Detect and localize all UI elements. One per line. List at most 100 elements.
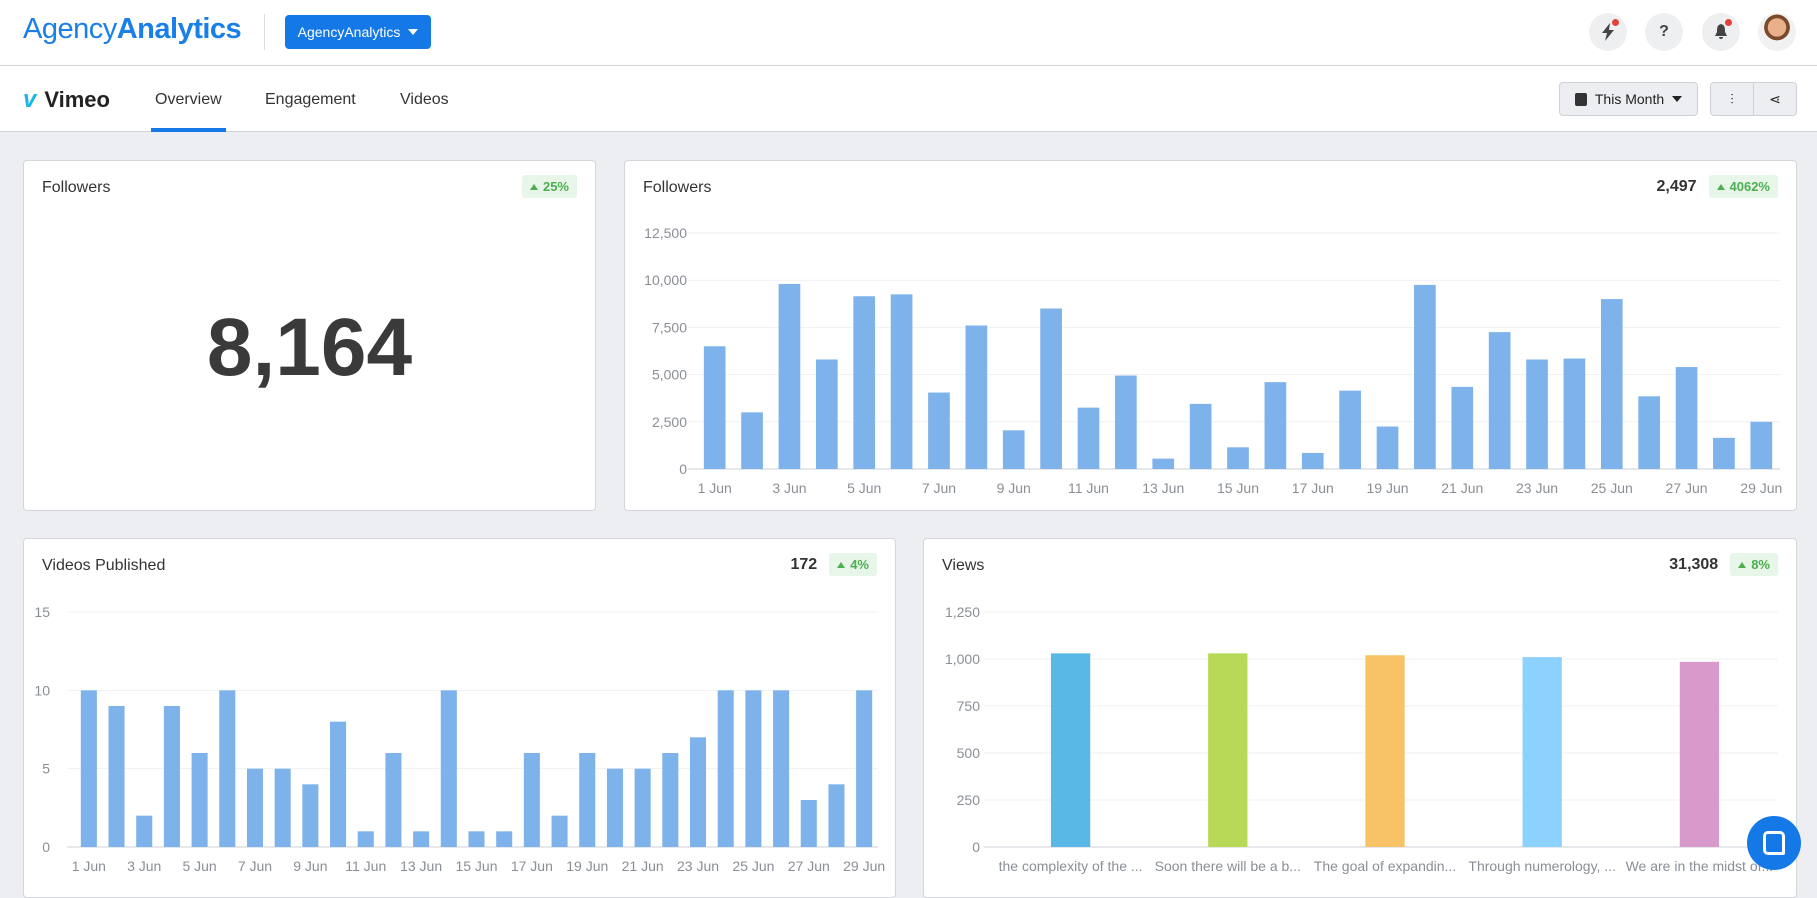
x-tick-label: 1 Jun — [698, 480, 732, 496]
bar-4-jun[interactable] — [163, 706, 180, 847]
bar-29-jun[interactable] — [856, 690, 873, 847]
x-tick-label: 27 Jun — [1666, 480, 1708, 496]
bar-5-jun[interactable] — [853, 296, 876, 469]
bar-through-numerology-[interactable] — [1522, 657, 1562, 847]
bar-7-jun[interactable] — [246, 768, 264, 847]
bar-13-jun[interactable] — [413, 831, 430, 847]
bar-11-jun[interactable] — [1077, 407, 1100, 469]
x-tick-label: We are in the midst of... — [1626, 858, 1774, 874]
sliders-icon[interactable]: ⫶ — [1711, 83, 1753, 115]
bar-26-jun[interactable] — [773, 690, 790, 847]
bar-1-jun[interactable] — [703, 346, 726, 469]
x-tick-label: 17 Jun — [1292, 480, 1334, 496]
bar-11-jun[interactable] — [357, 831, 374, 847]
bar-19-jun[interactable] — [1376, 426, 1399, 469]
bar-we-are-in-the-midst-of-[interactable] — [1679, 661, 1720, 847]
bar-4-jun[interactable] — [815, 359, 838, 469]
x-tick-label: 23 Jun — [677, 858, 719, 874]
bar-1-jun[interactable] — [80, 690, 97, 847]
bar-27-jun[interactable] — [800, 800, 817, 847]
bar-10-jun[interactable] — [330, 721, 347, 847]
chat-icon — [1763, 831, 1785, 855]
y-tick-label: 1,000 — [945, 651, 980, 667]
bar-18-jun[interactable] — [551, 815, 568, 847]
bar-26-jun[interactable] — [1638, 396, 1661, 469]
bar-27-jun[interactable] — [1675, 367, 1698, 469]
x-tick-label: 21 Jun — [1441, 480, 1483, 496]
bar-19-jun[interactable] — [579, 753, 596, 847]
bar-14-jun[interactable] — [440, 690, 457, 847]
videos-chart: 0 5 10 15 1 Jun 3 Jun 5 Jun 7 Jun 9 Jun 11 Jun 13 … — [34, 604, 885, 874]
x-tick-label: 7 Jun — [238, 858, 272, 874]
bar-17-jun[interactable] — [1301, 452, 1324, 469]
bar-17-jun[interactable] — [523, 753, 540, 847]
y-tick-label: 15 — [34, 604, 50, 620]
date-range-button[interactable]: This Month — [1559, 82, 1698, 116]
bar-16-jun[interactable] — [1264, 382, 1287, 469]
bar-29-jun[interactable] — [1750, 421, 1773, 469]
bar-8-jun[interactable] — [965, 325, 988, 469]
bar-13-jun[interactable] — [1152, 458, 1175, 469]
bar-3-jun[interactable] — [136, 815, 153, 847]
x-tick-label: 9 Jun — [997, 480, 1031, 496]
top-bar: AgencyAnalytics AgencyAnalytics ? — [0, 0, 1817, 66]
bar-5-jun[interactable] — [191, 753, 208, 847]
bar-23-jun[interactable] — [1526, 359, 1548, 469]
bar-25-jun[interactable] — [745, 690, 762, 847]
user-avatar[interactable] — [1758, 13, 1796, 51]
notification-dot — [1612, 19, 1619, 26]
tab-videos[interactable]: Videos — [400, 91, 449, 109]
bar-6-jun[interactable] — [890, 294, 913, 469]
bar-24-jun[interactable] — [717, 690, 734, 847]
bar-22-jun[interactable] — [1488, 332, 1511, 469]
bar-10-jun[interactable] — [1040, 308, 1062, 469]
bar-8-jun[interactable] — [274, 768, 291, 847]
x-tick-label: 15 Jun — [455, 858, 497, 874]
followers-value: 8,164 — [206, 302, 413, 393]
bar-20-jun[interactable] — [1414, 284, 1436, 469]
bar-15-jun[interactable] — [468, 831, 485, 847]
bell-icon[interactable] — [1702, 13, 1740, 51]
x-tick-label: 1 Jun — [72, 858, 106, 874]
bar-the-complexity-of-the-[interactable] — [1050, 653, 1091, 847]
bar-2-jun[interactable] — [741, 412, 763, 469]
bar-15-jun[interactable] — [1227, 447, 1249, 469]
tab-engagement[interactable]: Engagement — [265, 91, 356, 109]
x-tick-label: 13 Jun — [1142, 480, 1184, 496]
dashboard-actions: ⫶ ⋖ — [1710, 82, 1797, 116]
bar-the-goal-of-expandin-[interactable] — [1365, 655, 1405, 847]
bar-3-jun[interactable] — [778, 283, 801, 469]
account-dropdown-button[interactable]: AgencyAnalytics — [285, 15, 431, 49]
active-tab-indicator — [151, 128, 226, 132]
x-tick-label: 11 Jun — [345, 858, 386, 874]
chat-launcher-button[interactable] — [1747, 816, 1801, 870]
share-icon[interactable]: ⋖ — [1753, 83, 1796, 115]
bar-21-jun[interactable] — [1451, 386, 1474, 469]
bar-9-jun[interactable] — [1002, 430, 1025, 469]
bar-24-jun[interactable] — [1563, 358, 1586, 469]
lightning-icon[interactable] — [1589, 13, 1627, 51]
divider — [264, 14, 265, 50]
bar-22-jun[interactable] — [662, 753, 679, 847]
videos-published-card: Videos Published 172 4% 0 5 10 15 1 Jun 3 Jun 5… — [23, 538, 896, 898]
agencyanalytics-logo[interactable]: AgencyAnalytics — [23, 13, 242, 46]
x-tick-label: 13 Jun — [400, 858, 442, 874]
bar-soon-there-will-be-a-b-[interactable] — [1208, 653, 1248, 847]
bar-12-jun[interactable] — [385, 753, 402, 847]
help-icon[interactable]: ? — [1645, 13, 1683, 51]
bar-25-jun[interactable] — [1600, 299, 1623, 469]
bar-18-jun[interactable] — [1339, 390, 1361, 469]
bar-6-jun[interactable] — [219, 690, 236, 847]
bar-21-jun[interactable] — [634, 768, 651, 847]
bar-28-jun[interactable] — [828, 784, 845, 847]
bar-7-jun[interactable] — [928, 392, 950, 469]
bar-28-jun[interactable] — [1713, 437, 1735, 469]
bar-12-jun[interactable] — [1115, 375, 1137, 469]
bar-14-jun[interactable] — [1189, 403, 1212, 469]
bar-23-jun[interactable] — [689, 737, 707, 847]
tab-overview[interactable]: Overview — [155, 91, 222, 109]
bar-20-jun[interactable] — [606, 768, 623, 847]
bar-16-jun[interactable] — [496, 831, 513, 847]
bar-2-jun[interactable] — [108, 706, 125, 847]
bar-9-jun[interactable] — [302, 784, 319, 847]
